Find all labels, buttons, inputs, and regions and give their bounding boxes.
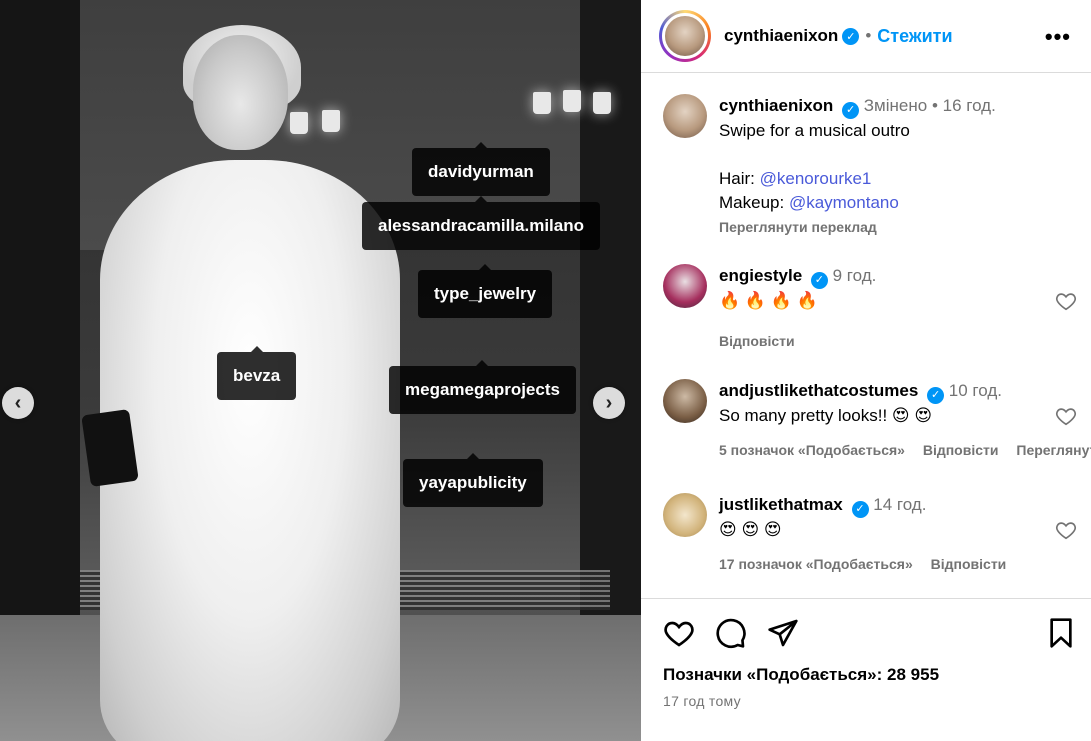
see-translation-link[interactable]: Переглянути переклад	[719, 215, 1091, 239]
separator-dot: •	[865, 26, 872, 45]
comment-username[interactable]: justlikethatmax	[719, 495, 843, 514]
comment-username[interactable]: engiestyle	[719, 266, 802, 285]
chevron-right-icon: ›	[605, 391, 613, 414]
avatar[interactable]	[663, 379, 707, 423]
share-icon[interactable]	[767, 617, 799, 649]
heart-icon[interactable]	[1055, 519, 1077, 541]
mention-link[interactable]: @kenorourke1	[760, 169, 872, 188]
more-options-icon[interactable]: •••	[1045, 24, 1071, 50]
reply-button[interactable]: Відповісти	[931, 556, 1007, 572]
person-dress	[100, 160, 400, 741]
post-sidebar: cynthiaenixon ✓ • Стежити ••• cynthiaeni…	[641, 0, 1091, 741]
prev-slide-button[interactable]: ‹	[2, 387, 34, 419]
caption-makeup-label: Makeup:	[719, 192, 789, 212]
caption-time[interactable]: 16 год.	[943, 96, 996, 115]
likes-count-link[interactable]: 17 позначок «Подобається»	[719, 556, 913, 572]
see-translation-link[interactable]: Переглянути переклад	[1016, 442, 1091, 458]
caption-username[interactable]: cynthiaenixon	[719, 96, 833, 115]
product-tag[interactable]: megamegaprojects	[389, 360, 576, 414]
comments-list[interactable]: cynthiaenixon ✓ Змінено • 16 год. Swipe …	[641, 74, 1091, 598]
reply-button[interactable]: Відповісти	[923, 442, 999, 458]
avatar	[662, 13, 708, 59]
mention-link[interactable]: @kaymontano	[789, 193, 899, 212]
reply-button[interactable]: Відповісти	[719, 333, 795, 349]
verified-badge-icon: ✓	[842, 101, 860, 119]
comment-icon[interactable]	[715, 617, 747, 649]
comment-time[interactable]: 10 год.	[949, 381, 1002, 400]
lamp	[533, 92, 551, 114]
bookmark-icon[interactable]	[1045, 617, 1077, 649]
post-timestamp[interactable]: 17 год тому	[663, 693, 741, 709]
verified-badge-icon: ✓	[927, 386, 945, 404]
lamp	[322, 110, 340, 132]
comment-item: engiestyle ✓ 9 год. 🔥 🔥 🔥 🔥 Відповісти	[663, 264, 1091, 353]
comment-text: 😍 😍 😍	[719, 519, 782, 539]
likes-count-link[interactable]: 5 позначок «Подобається»	[719, 442, 905, 458]
post-header: cynthiaenixon ✓ • Стежити •••	[641, 0, 1091, 73]
comment-item: justlikethatmax ✓ 14 год. 😍 😍 😍 17 позна…	[663, 493, 1091, 576]
clutch-bag	[81, 409, 139, 487]
product-tag[interactable]: type_jewelry	[418, 264, 553, 318]
chevron-left-icon: ‹	[14, 391, 22, 414]
lamp	[290, 112, 308, 134]
avatar[interactable]	[663, 94, 707, 138]
comment-text: 🔥 🔥 🔥 🔥	[719, 290, 818, 310]
story-ring[interactable]	[659, 10, 711, 62]
comment-time[interactable]: 9 год.	[833, 266, 877, 285]
post-media[interactable]: davidyurman alessandracamilla.milano typ…	[0, 0, 641, 741]
comment-username[interactable]: andjustlikethatcostumes	[719, 381, 918, 400]
separator-dot: •	[931, 96, 943, 115]
verified-badge-icon: ✓	[842, 27, 860, 45]
lamp	[593, 92, 611, 114]
person-face	[193, 35, 288, 150]
caption-hair-label: Hair:	[719, 168, 760, 188]
avatar[interactable]	[663, 264, 707, 308]
product-tag[interactable]: yayapublicity	[403, 453, 543, 507]
lamp	[563, 90, 581, 112]
author-username[interactable]: cynthiaenixon	[724, 26, 838, 46]
product-tag[interactable]: davidyurman	[412, 142, 550, 196]
background-door-left	[0, 0, 80, 620]
comment-time[interactable]: 14 год.	[873, 495, 926, 514]
comment-text: So many pretty looks!! 😍 😍	[719, 405, 933, 425]
heart-icon[interactable]	[1055, 405, 1077, 427]
caption: cynthiaenixon ✓ Змінено • 16 год. Swipe …	[663, 94, 1091, 239]
edited-label: Змінено	[863, 96, 928, 115]
heart-icon[interactable]	[663, 617, 695, 649]
follow-button[interactable]: Стежити	[877, 26, 952, 47]
post-actions: Позначки «Подобається»: 28 955 17 год то…	[641, 598, 1091, 741]
product-tag[interactable]: alessandracamilla.milano	[362, 196, 600, 250]
verified-badge-icon: ✓	[851, 500, 869, 518]
likes-count[interactable]: Позначки «Подобається»: 28 955	[663, 665, 939, 685]
caption-text: Swipe for a musical outro	[719, 120, 910, 140]
verified-badge-icon: ✓	[810, 271, 828, 289]
avatar[interactable]	[663, 493, 707, 537]
heart-icon[interactable]	[1055, 290, 1077, 312]
comment-item: andjustlikethatcostumes ✓ 10 год. So man…	[663, 379, 1091, 462]
product-tag[interactable]: bevza	[217, 346, 297, 400]
next-slide-button[interactable]: ›	[593, 387, 625, 419]
